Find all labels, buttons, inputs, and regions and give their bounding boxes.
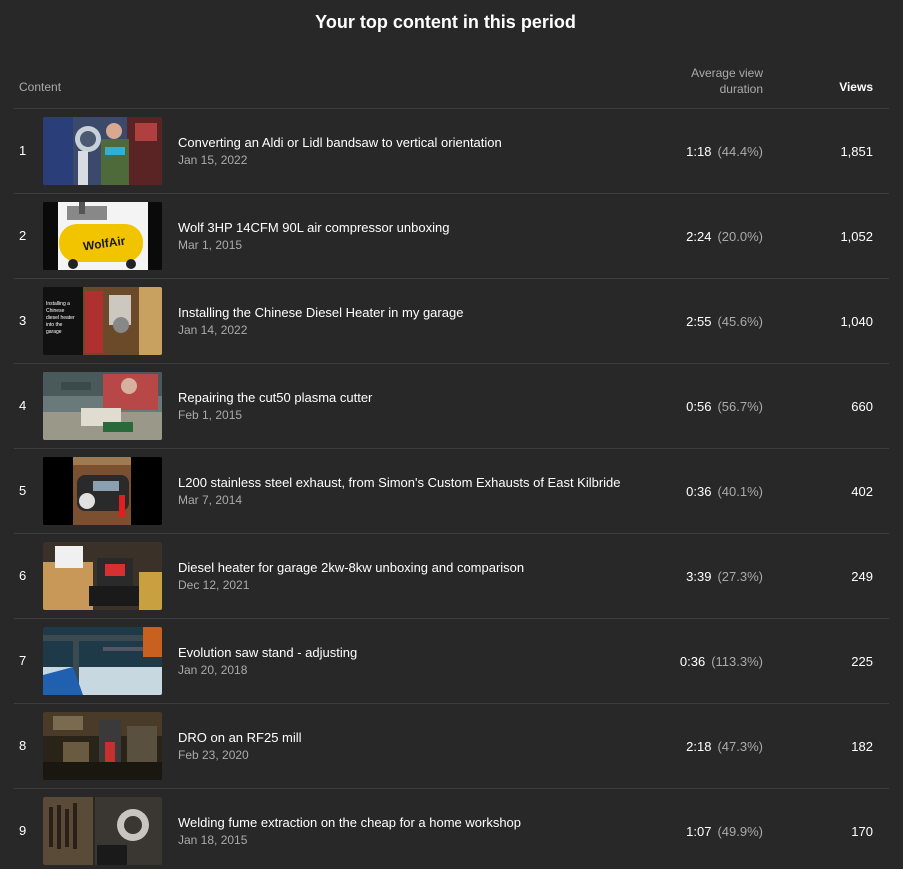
video-thumbnail[interactable] [43,117,162,185]
duration-value: 2:18 [686,739,712,754]
views-count: 249 [851,569,873,584]
duration-value: 2:55 [686,314,712,329]
rank-number: 1 [19,143,27,158]
duration-value: 3:39 [686,569,712,584]
duration-value: 0:36 [679,654,706,669]
video-date: Mar 7, 2014 [178,493,243,507]
rank-number: 9 [19,823,27,838]
thumbnail-caption-line: into the [46,322,63,328]
views-count: 1,851 [840,144,873,159]
rank-number: 6 [19,568,27,583]
views-count: 1,052 [840,229,873,244]
video-title[interactable]: Wolf 3HP 14CFM 90L air compressor unboxi… [178,220,449,235]
average-view-duration: 1:18 (44.4%) [686,144,763,159]
video-date: Feb 1, 2015 [178,408,243,422]
views-count: 182 [851,739,873,754]
rank-number: 3 [19,313,27,328]
video-title[interactable]: DRO on an RF25 mill [178,730,302,745]
rank-number: 2 [19,228,27,243]
duration-percent: (56.7%) [717,399,763,414]
video-title[interactable]: Installing the Chinese Diesel Heater in … [178,305,463,320]
duration-value: 1:18 [686,144,712,159]
average-view-duration: 0:36 (113.3%) [680,654,763,669]
duration-percent: (47.3%) [717,739,763,754]
top-content-panel: Your top content in this period Content … [0,0,903,869]
thumbnail-caption-line: Installing a [46,301,70,307]
video-thumbnail[interactable] [43,627,162,695]
column-header-average-view-duration: Average view duration [691,66,763,96]
thumbnail-caption-line: garage [46,329,62,335]
video-date: Feb 23, 2020 [178,748,249,762]
video-title[interactable]: Welding fume extraction on the cheap for… [178,815,521,830]
average-view-duration: 0:56 (56.7%) [686,399,763,414]
average-view-duration: 1:07 (49.9%) [686,824,763,839]
average-view-duration: 2:55 (45.6%) [686,314,763,329]
thumbnail-caption-line: Chinese [46,308,65,314]
duration-value: 0:56 [686,399,712,414]
duration-percent: (40.1%) [717,484,763,499]
video-date: Jan 18, 2015 [178,833,248,847]
duration-percent: (49.9%) [717,824,763,839]
duration-percent: (27.3%) [717,569,763,584]
video-date: Jan 14, 2022 [178,323,248,337]
average-view-duration: 2:24 (20.0%) [686,229,763,244]
duration-percent: (44.4%) [717,144,763,159]
video-date: Dec 12, 2021 [178,578,250,592]
video-thumbnail[interactable] [43,542,162,610]
table-row[interactable]: 3 Installing a Chinese diesel heater int… [14,279,889,364]
video-thumbnail[interactable] [43,457,162,525]
table-row[interactable]: 4 Repairing the cut50 plasma cutter Feb … [14,364,889,449]
column-header-content: Content [19,80,62,94]
views-count: 402 [851,484,873,499]
video-thumbnail[interactable]: WolfAir [43,202,162,270]
panel-title: Your top content in this period [315,12,576,32]
table-row[interactable]: 8 DRO on an RF25 mill Feb 23, 2020 2:18 (… [14,704,889,789]
table-row[interactable]: 5 L200 stainless steel exhaust, from Sim… [14,449,889,534]
thumbnail-caption-line: diesel heater [46,315,75,321]
rank-number: 4 [19,398,27,413]
content-table: 1 Converting an Aldi or Lidl bandsaw to … [14,109,889,869]
table-row[interactable]: 7 Evolution saw stand - adjusting Jan 20… [14,619,889,704]
duration-value: 2:24 [686,229,712,244]
video-thumbnail[interactable] [43,797,162,865]
duration-percent: (113.3%) [711,654,763,669]
table-row[interactable]: 1 Converting an Aldi or Lidl bandsaw to … [14,109,889,194]
table-header: Content Average view duration Views [14,62,889,109]
average-view-duration: 3:39 (27.3%) [686,569,763,584]
duration-value: 0:36 [686,484,712,499]
views-count: 170 [851,824,873,839]
duration-percent: (45.6%) [717,314,763,329]
video-title[interactable]: L200 stainless steel exhaust, from Simon… [178,475,621,490]
video-date: Jan 15, 2022 [178,153,248,167]
video-title[interactable]: Evolution saw stand - adjusting [178,645,357,660]
video-date: Mar 1, 2015 [178,238,243,252]
table-row[interactable]: 6 Diesel heater for garage 2kw-8kw unbox… [14,534,889,619]
video-title[interactable]: Repairing the cut50 plasma cutter [178,390,372,405]
average-view-duration: 2:18 (47.3%) [686,739,763,754]
rank-number: 8 [19,738,27,753]
views-count: 225 [851,654,873,669]
duration-value: 1:07 [686,824,712,839]
video-thumbnail[interactable]: Installing a Chinese diesel heater into … [43,287,162,355]
video-title[interactable]: Diesel heater for garage 2kw-8kw unboxin… [178,560,524,575]
average-view-duration: 0:36 (40.1%) [686,484,763,499]
duration-percent: (20.0%) [717,229,763,244]
views-count: 1,040 [840,314,873,329]
video-date: Jan 20, 2018 [178,663,248,677]
table-row[interactable]: 2 WolfAir Wolf 3HP 14CFM 90L air compres… [14,194,889,279]
views-count: 660 [851,399,873,414]
rank-number: 7 [19,653,27,668]
video-title[interactable]: Converting an Aldi or Lidl bandsaw to ve… [178,135,502,150]
table-row[interactable]: 9 Welding fume extraction on the cheap f… [14,789,889,869]
rank-number: 5 [19,483,27,498]
video-thumbnail[interactable] [43,712,162,780]
column-header-views: Views [839,80,873,94]
video-thumbnail[interactable] [43,372,162,440]
